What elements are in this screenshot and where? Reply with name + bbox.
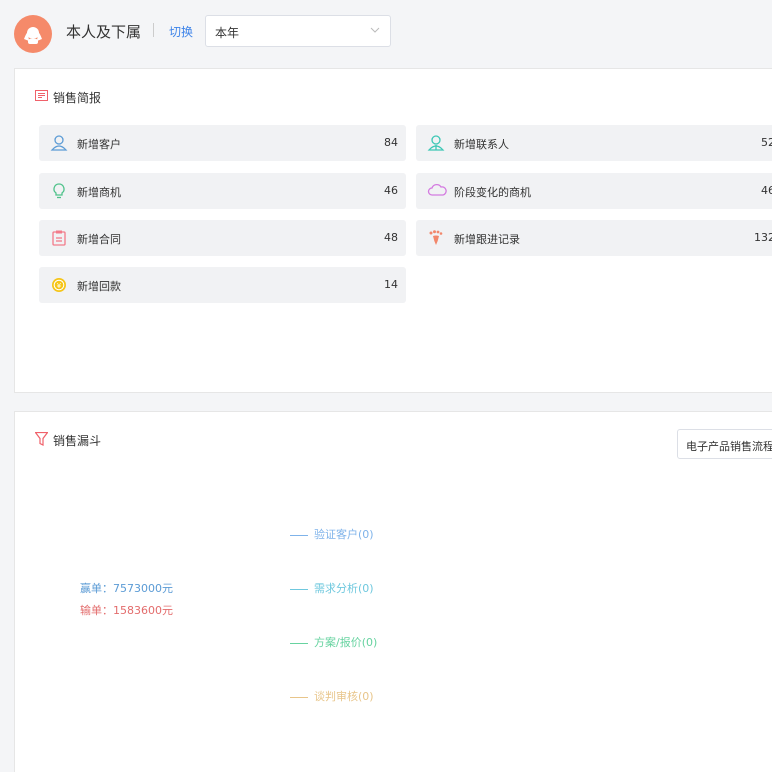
funnel-stage-label: 验证客户(0) (314, 528, 374, 541)
funnel-stage-label: 方案/报价(0) (314, 636, 378, 649)
contract-icon (52, 230, 66, 246)
card-value: 14 (384, 278, 398, 291)
avatar[interactable] (14, 15, 52, 53)
sales-funnel-title: 销售漏斗 (53, 434, 102, 448)
sales-brief-panel: 销售简报 新增客户 84 新增联系人 52 新增商机 46 阶段变化的商机 46 (14, 68, 772, 393)
lightbulb-icon (53, 183, 65, 199)
funnel-stage[interactable]: 验证客户(0) (290, 526, 374, 542)
lose-amount: 输单：1583600元 (80, 604, 173, 617)
card-value: 52 (761, 136, 772, 149)
top-bar: 本人及下属 切换 本年 (0, 0, 772, 62)
card-label: 新增客户 (77, 138, 121, 151)
customer-icon (50, 135, 68, 151)
footprint-icon (429, 230, 443, 245)
switch-link[interactable]: 切换 (169, 23, 193, 40)
funnel-stage[interactable]: 方案/报价(0) (290, 634, 377, 650)
user-icon (24, 27, 42, 44)
sales-brief-title: 销售简报 (53, 91, 102, 105)
funnel-icon (35, 432, 48, 446)
legend-line (290, 642, 308, 644)
scope-label: 本人及下属 (66, 23, 142, 41)
contact-icon (427, 135, 445, 151)
coin-icon: ¥ (52, 278, 66, 292)
card-label: 阶段变化的商机 (454, 186, 531, 199)
sales-funnel-panel: 销售漏斗 电子产品销售流程 赢单：7573000元 输单：1583600元 验证… (14, 411, 772, 772)
divider (153, 23, 154, 37)
funnel-stage[interactable]: 谈判审核(0) (290, 688, 374, 704)
win-amount: 赢单：7573000元 (80, 582, 173, 595)
legend-line (290, 534, 308, 536)
card-new-contracts[interactable]: 新增合同 48 (39, 220, 406, 256)
card-label: 新增合同 (77, 233, 121, 246)
svg-text:¥: ¥ (57, 282, 62, 290)
card-new-followups[interactable]: 新增跟进记录 132 (416, 220, 772, 256)
card-stage-changed[interactable]: 阶段变化的商机 46 (416, 173, 772, 209)
funnel-stage-label: 谈判审核(0) (314, 690, 374, 703)
cloud-icon (427, 183, 447, 196)
legend-line (290, 588, 308, 590)
card-label: 新增跟进记录 (454, 233, 520, 246)
chevron-down-icon (370, 27, 380, 33)
card-new-contacts[interactable]: 新增联系人 52 (416, 125, 772, 161)
period-select[interactable]: 本年 (205, 15, 391, 47)
period-value: 本年 (215, 26, 240, 40)
card-value: 132 (754, 231, 772, 244)
card-value: 84 (384, 136, 398, 149)
card-label: 新增回款 (77, 280, 121, 293)
card-new-opportunities[interactable]: 新增商机 46 (39, 173, 406, 209)
card-value: 48 (384, 231, 398, 244)
card-value: 46 (384, 184, 398, 197)
report-icon (35, 90, 48, 101)
card-label: 新增商机 (77, 186, 121, 199)
funnel-stage-label: 需求分析(0) (314, 582, 374, 595)
card-new-customers[interactable]: 新增客户 84 (39, 125, 406, 161)
process-select[interactable]: 电子产品销售流程 (677, 429, 772, 459)
card-value: 46 (761, 184, 772, 197)
card-new-payments[interactable]: ¥ 新增回款 14 (39, 267, 406, 303)
legend-line (290, 696, 308, 698)
process-select-value: 电子产品销售流程 (686, 440, 772, 453)
funnel-stage[interactable]: 需求分析(0) (290, 580, 374, 596)
card-label: 新增联系人 (454, 138, 509, 151)
